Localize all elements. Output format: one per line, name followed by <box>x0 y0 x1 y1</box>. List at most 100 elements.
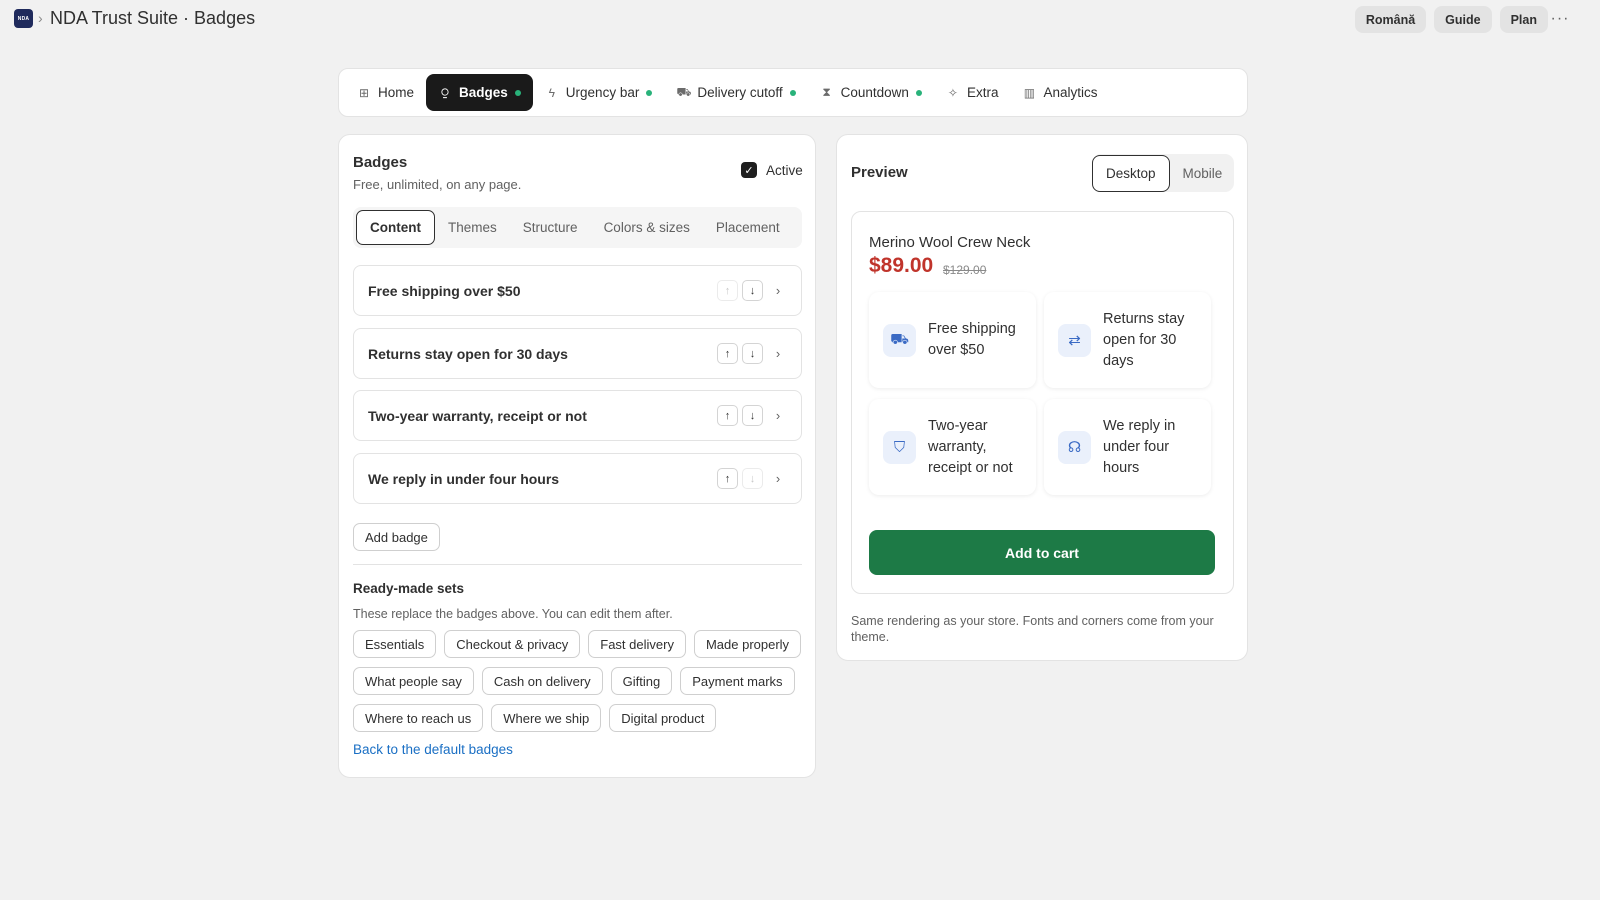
preview-badge-tile: ⇄ Returns stay open for 30 days <box>1044 292 1211 388</box>
back-to-default-link[interactable]: Back to the default badges <box>353 742 513 757</box>
tab-delivery-cutoff[interactable]: ⛟ Delivery cutoff <box>664 74 807 111</box>
set-where-to-reach-us-button[interactable]: Where to reach us <box>353 704 484 732</box>
tab-label: Home <box>378 85 415 100</box>
preview-badge-tile: ☊ We reply in under four hours <box>1044 399 1211 495</box>
tab-label: Delivery cutoff <box>697 85 783 100</box>
tab-label: Analytics <box>1043 85 1098 100</box>
chevron-right-icon[interactable]: › <box>769 346 787 361</box>
product-price: $89.00 <box>869 254 934 277</box>
move-up-button[interactable]: ↑ <box>717 343 738 364</box>
headset-icon: ☊ <box>1058 430 1091 464</box>
active-checkbox[interactable]: ✓ Active <box>741 162 803 178</box>
tab-extra[interactable]: ✧ Extra <box>934 74 1011 111</box>
header-actions: Română Guide Plan <box>1354 6 1548 33</box>
add-to-cart-button[interactable]: Add to cart <box>869 530 1215 575</box>
chevron-right-icon[interactable]: › <box>769 283 787 298</box>
tab-label: Countdown <box>840 85 909 100</box>
badge-row[interactable]: Two-year warranty, receipt or not ↑ ↓ › <box>353 390 802 441</box>
set-where-we-ship-button[interactable]: Where we ship <box>491 704 602 732</box>
add-badge-button[interactable]: Add badge <box>353 523 440 551</box>
badge-label: Two-year warranty, receipt or not <box>368 407 587 424</box>
lightning-icon: ϟ <box>548 85 555 100</box>
divider <box>353 564 802 565</box>
top-bar: NDA › NDA Trust Suite · Badges Română Gu… <box>0 0 1600 40</box>
bar-chart-icon: ▥ <box>1023 85 1036 100</box>
status-dot <box>789 89 796 96</box>
move-down-button[interactable]: ↓ <box>742 343 763 364</box>
page-title: NDA Trust Suite · Badges <box>50 8 256 28</box>
move-up-button[interactable]: ↑ <box>717 405 738 426</box>
main-nav: ⊞ Home ⍜ Badges ϟ Urgency bar ⛟ Delivery cutoff… <box>338 68 1248 117</box>
preview-badge-tile: ⛉ Two-year warranty, receipt or not <box>869 399 1036 495</box>
product-old-price: $129.00 <box>943 263 987 277</box>
move-down-button[interactable]: ↓ <box>742 468 763 489</box>
move-up-button[interactable]: ↑ <box>717 468 738 489</box>
sets-subtitle: These replace the badges above. You can … <box>353 607 673 621</box>
ready-made-sets: Essentials Checkout & privacy Fast deliver… <box>353 630 802 732</box>
set-fast-delivery-button[interactable]: Fast delivery <box>588 630 686 658</box>
panel-title: Badges <box>353 154 408 171</box>
badge-icon: ⍜ <box>441 85 449 99</box>
subtab-placement[interactable]: Placement <box>703 210 793 245</box>
set-checkout-and-privacy-button[interactable]: Checkout & privacy <box>444 630 581 658</box>
subtab-content[interactable]: Content <box>356 210 435 245</box>
product-preview: Merino Wool Crew Neck $89.00 $129.00 ⛟ Fr… <box>851 211 1234 594</box>
move-up-button[interactable]: ↑ <box>717 280 738 301</box>
truck-icon: ⛟ <box>676 84 692 99</box>
set-cash-on-delivery-button[interactable]: Cash on delivery <box>481 667 603 695</box>
status-dot <box>915 89 922 96</box>
subtab-themes[interactable]: Themes <box>435 210 510 245</box>
preview-title: Preview <box>851 164 908 181</box>
guide-button[interactable]: Guide <box>1434 6 1492 33</box>
active-label: Active <box>766 162 803 178</box>
chevron-right-icon[interactable]: › <box>769 471 787 486</box>
preview-badge-text: Two-year warranty, receipt or not <box>928 417 1013 476</box>
swap-arrows-icon: ⇄ <box>1058 323 1091 357</box>
device-toggle: Desktop Mobile <box>1092 154 1234 192</box>
content-subtabs: Content Themes Structure Colors & sizes Plac… <box>353 207 802 248</box>
set-gifting-button[interactable]: Gifting <box>610 667 673 695</box>
set-what-people-say-button[interactable]: What people say <box>353 667 474 695</box>
set-payment-marks-button[interactable]: Payment marks <box>680 667 795 695</box>
set-digital-product-button[interactable]: Digital product <box>609 704 717 732</box>
device-mobile-tab[interactable]: Mobile <box>1170 155 1236 192</box>
subtab-colors-and-sizes[interactable]: Colors & sizes <box>591 210 703 245</box>
badges-panel: Badges Free, unlimited, on any page. ✓ A… <box>338 134 816 778</box>
tab-label: Urgency bar <box>565 85 640 100</box>
preview-badge-text: Free shipping over $50 <box>928 321 1016 358</box>
status-dot <box>646 89 653 96</box>
plan-button[interactable]: Plan <box>1499 6 1548 33</box>
badge-label: Returns stay open for 30 days <box>368 345 568 362</box>
truck-icon: ⛟ <box>883 323 916 357</box>
badge-row[interactable]: Returns stay open for 30 days ↑ ↓ › <box>353 328 802 379</box>
badge-label: We reply in under four hours <box>368 470 560 487</box>
language-button[interactable]: Română <box>1354 6 1427 33</box>
tab-badges[interactable]: ⍜ Badges <box>426 74 533 111</box>
device-desktop-tab[interactable]: Desktop <box>1092 154 1170 192</box>
set-essentials-button[interactable]: Essentials <box>353 630 437 658</box>
shield-check-icon: ⛉ <box>883 430 916 464</box>
panel-subtitle: Free, unlimited, on any page. <box>353 177 522 192</box>
tab-countdown[interactable]: ⧗ Countdown <box>808 74 934 111</box>
badge-row[interactable]: Free shipping over $50 ↑ ↓ › <box>353 265 802 316</box>
preview-badge-tile: ⛟ Free shipping over $50 <box>869 292 1036 388</box>
home-icon: ⊞ <box>358 85 370 100</box>
subtab-structure[interactable]: Structure <box>510 210 591 245</box>
move-down-button[interactable]: ↓ <box>742 280 763 301</box>
tab-home[interactable]: ⊞ Home <box>345 74 426 111</box>
tab-label: Extra <box>966 85 999 100</box>
preview-note: Same rendering as your store. Fonts and … <box>851 614 1214 644</box>
move-down-button[interactable]: ↓ <box>742 405 763 426</box>
tab-analytics[interactable]: ▥ Analytics <box>1010 74 1109 111</box>
set-made-properly-button[interactable]: Made properly <box>693 630 802 658</box>
checkmark-icon: ✓ <box>741 162 757 178</box>
tab-urgency-bar[interactable]: ϟ Urgency bar <box>533 74 665 111</box>
preview-panel: Preview Desktop Mobile Merino Wool Crew N… <box>836 134 1248 661</box>
more-options-icon[interactable]: ··· <box>1548 8 1572 30</box>
badge-row[interactable]: We reply in under four hours ↑ ↓ › <box>353 453 802 504</box>
chevron-right-icon: › <box>38 10 43 26</box>
sets-title: Ready-made sets <box>353 581 465 596</box>
chevron-right-icon[interactable]: › <box>769 408 787 423</box>
preview-badge-text: Returns stay open for 30 days <box>1103 310 1185 369</box>
app-logo-icon: NDA <box>14 9 33 28</box>
